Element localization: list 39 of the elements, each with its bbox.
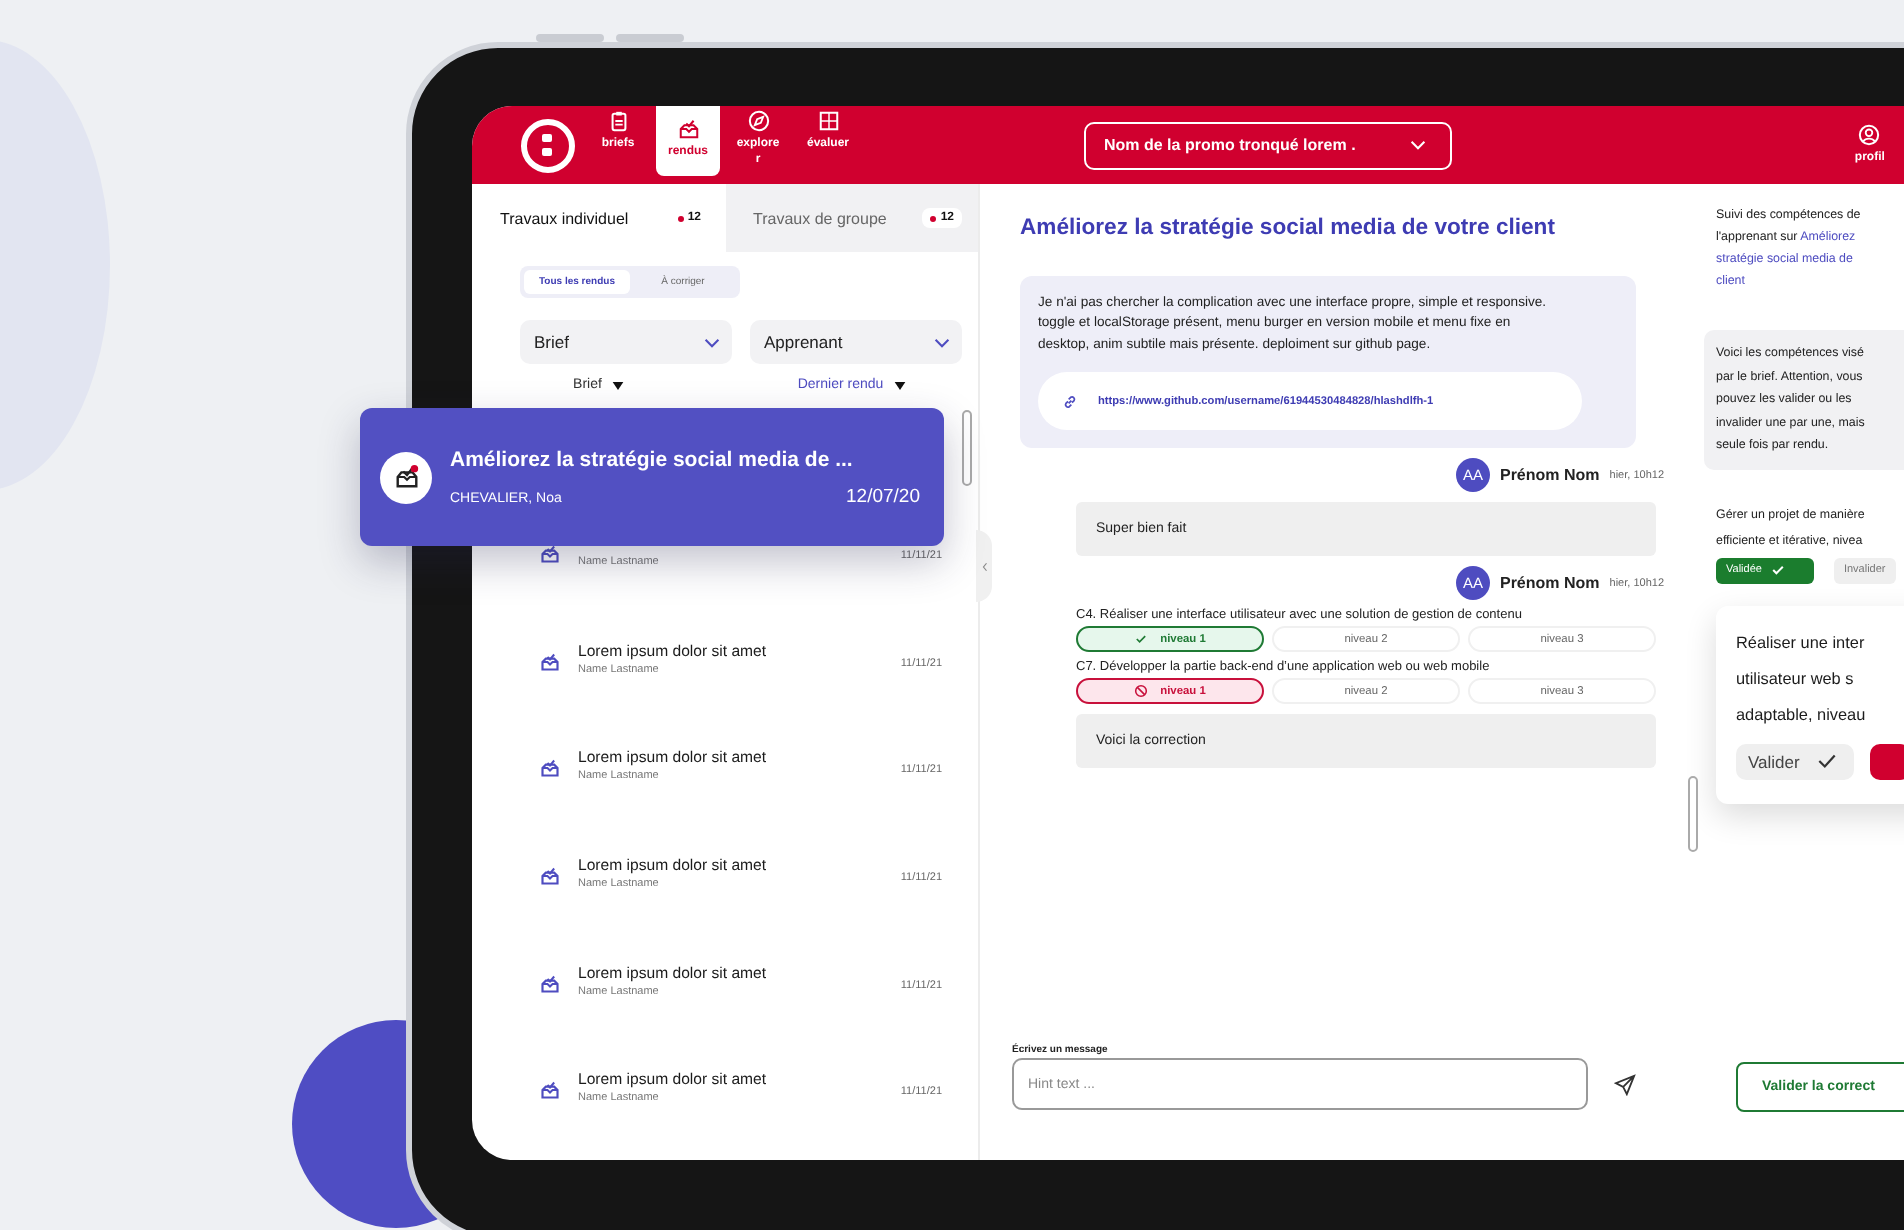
filter-dropdown[interactable]: Brief [520, 320, 732, 364]
inbox-icon [540, 1080, 560, 1101]
card-date: 12/07/20 [846, 485, 920, 507]
reject-button[interactable] [1869, 743, 1904, 779]
inbox-icon [540, 544, 560, 564]
competence-text: Réaliser une inter utilisateur web s adaptable, niveau [1736, 631, 1868, 728]
brief-title: Améliorez la stratégie social media de votre client [1020, 214, 1557, 242]
inbox-icon [677, 118, 699, 140]
check-icon [1134, 632, 1149, 647]
promo-select[interactable]: Nom de la promo tronqué lorem . [1084, 121, 1452, 169]
forbidden-icon [1134, 684, 1149, 699]
comment-author: Prénom Nom [1499, 574, 1600, 593]
grid-icon [817, 110, 839, 132]
chevron-down-icon [934, 337, 950, 347]
inbox-icon [540, 651, 560, 672]
chevron-left-icon [981, 561, 987, 571]
chevron-down-icon [704, 337, 720, 347]
triangle-down-icon [611, 381, 624, 389]
scrollbar[interactable] [962, 410, 972, 486]
compass-icon [747, 110, 769, 132]
filter-dropdown[interactable]: Apprenant [750, 320, 962, 364]
inbox-notification-icon [393, 464, 419, 490]
comment-author: Prénom Nom [1499, 466, 1600, 485]
triangle-down-icon [893, 381, 906, 389]
scrollbar[interactable] [1688, 776, 1698, 852]
clipboard-icon [607, 110, 629, 132]
link-icon [1062, 393, 1078, 410]
card-title: Améliorez la stratégie social media de ... [450, 447, 855, 471]
inbox-icon [540, 866, 560, 887]
logo-icon [520, 117, 576, 173]
check-icon [1815, 750, 1838, 772]
inbox-icon [540, 973, 560, 994]
check-icon [1769, 562, 1786, 578]
send-icon[interactable] [1614, 1073, 1636, 1095]
inbox-icon [540, 758, 560, 779]
user-icon [1858, 123, 1881, 146]
collapse-handle[interactable] [976, 530, 992, 602]
chevron-down-icon [1410, 140, 1426, 150]
validate-button[interactable]: Valider [1736, 743, 1854, 779]
